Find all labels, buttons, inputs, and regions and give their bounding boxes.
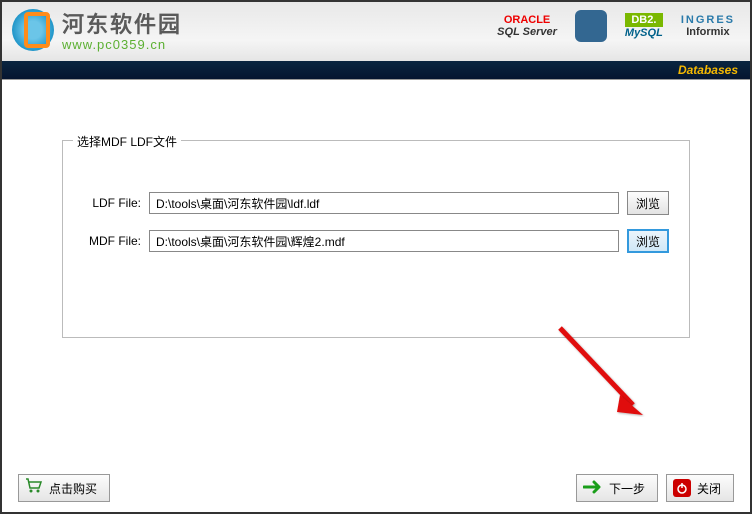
next-button-label: 下一步: [609, 480, 645, 497]
ldf-row: LDF File: 浏览: [83, 191, 669, 215]
logo-icon: [12, 9, 54, 51]
cart-icon: [25, 478, 43, 499]
oracle-logo: ORACLE: [497, 14, 557, 26]
ingres-logo: INGRES: [681, 14, 735, 26]
power-icon: [673, 479, 691, 497]
informix-logo: Informix: [681, 26, 735, 38]
sqlserver-logo: SQL Server: [497, 26, 557, 38]
fieldset-legend: 选择MDF LDF文件: [73, 133, 181, 150]
buy-button[interactable]: 点击购买: [18, 474, 110, 502]
close-button-label: 关闭: [697, 480, 721, 497]
arrow-right-icon: [583, 478, 603, 499]
mdf-row: MDF File: 浏览: [83, 229, 669, 253]
header-banner: 河东软件园 www.pc0359.cn ORACLE SQL Server DB…: [2, 2, 750, 80]
file-select-fieldset: 选择MDF LDF文件 LDF File: 浏览 MDF File: 浏览: [62, 140, 690, 338]
db2-logo: DB2.: [625, 13, 663, 27]
close-button[interactable]: 关闭: [666, 474, 734, 502]
ldf-label: LDF File:: [83, 196, 141, 210]
footer-bar: 点击购买 下一步 关闭: [0, 474, 752, 502]
buy-button-label: 点击购买: [49, 480, 97, 497]
logo-url: www.pc0359.cn: [62, 37, 182, 52]
mdf-label: MDF File:: [83, 234, 141, 248]
brand-logos: ORACLE SQL Server DB2. MySQL INGRES Info…: [497, 10, 735, 42]
logo-title: 河东软件园: [62, 7, 182, 39]
ldf-browse-button[interactable]: 浏览: [627, 191, 669, 215]
databases-label: Databases: [2, 61, 750, 79]
mdf-browse-button[interactable]: 浏览: [627, 229, 669, 253]
mdf-file-input[interactable]: [149, 230, 619, 252]
postgres-logo: [575, 10, 607, 42]
next-button[interactable]: 下一步: [576, 474, 658, 502]
mysql-logo: MySQL: [625, 27, 663, 39]
ldf-file-input[interactable]: [149, 192, 619, 214]
site-logo: 河东软件园 www.pc0359.cn: [12, 7, 182, 52]
main-content: 选择MDF LDF文件 LDF File: 浏览 MDF File: 浏览: [2, 80, 750, 460]
